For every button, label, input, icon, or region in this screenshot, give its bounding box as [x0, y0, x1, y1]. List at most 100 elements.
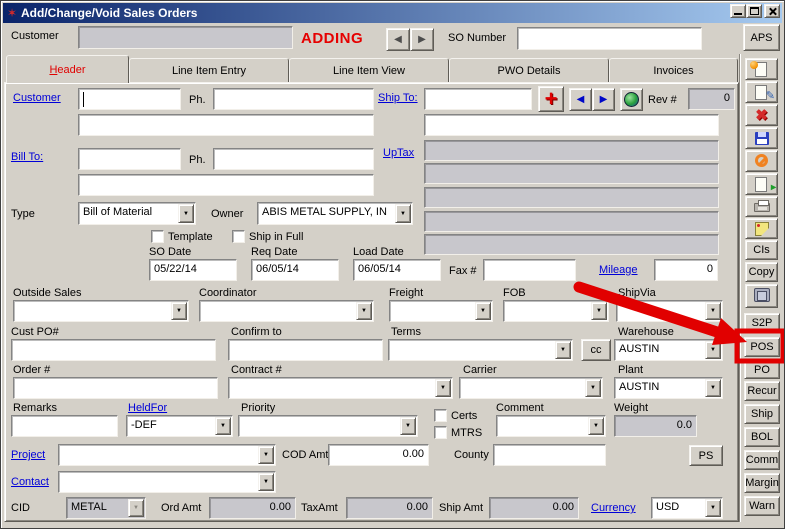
ship-to-link[interactable]: Ship To:	[378, 92, 418, 104]
comment-dropdown[interactable]: ▼	[496, 415, 606, 437]
cod-amt-input[interactable]: 0.00	[328, 444, 429, 466]
currency-link[interactable]: Currency	[591, 502, 636, 514]
mileage-link[interactable]: Mileage	[599, 264, 638, 276]
project-dropdown[interactable]: ▼	[58, 444, 276, 466]
customer-address-input[interactable]	[78, 114, 374, 136]
chevron-down-icon[interactable]: ▼	[178, 204, 194, 223]
next-record-button[interactable]: ▶	[410, 28, 434, 51]
contract-dropdown[interactable]: ▼	[228, 377, 453, 399]
uptax-link[interactable]: UpTax	[383, 147, 414, 159]
chevron-down-icon[interactable]: ▼	[258, 446, 274, 464]
cc-button[interactable]: cc	[581, 339, 611, 361]
chevron-down-icon[interactable]: ▼	[475, 302, 491, 320]
order-number-input[interactable]	[13, 377, 218, 399]
warn-button[interactable]: Warn	[744, 496, 780, 516]
customer-phone-input[interactable]	[213, 88, 374, 110]
chevron-down-icon[interactable]: ▼	[705, 499, 721, 517]
chevron-down-icon[interactable]: ▼	[585, 379, 601, 397]
heldfor-link[interactable]: HeldFor	[128, 402, 167, 414]
ps-button[interactable]: PS	[689, 445, 723, 466]
po-button[interactable]: PO	[744, 360, 780, 379]
confirm-to-input[interactable]	[228, 339, 383, 361]
type-dropdown[interactable]: Bill of Material ▼	[78, 202, 196, 225]
tab-pwo-details[interactable]: PWO Details	[449, 58, 609, 83]
ship-to-address-input[interactable]	[424, 114, 719, 136]
ship-in-full-checkbox[interactable]	[232, 230, 245, 243]
print-button[interactable]	[745, 196, 778, 217]
vault-button[interactable]	[745, 284, 778, 308]
cust-po-input[interactable]	[11, 339, 216, 361]
maximize-icon[interactable]	[746, 4, 762, 18]
carrier-dropdown[interactable]: ▼	[459, 377, 603, 399]
shipvia-dropdown[interactable]: ▼	[616, 300, 723, 322]
certs-checkbox[interactable]	[434, 409, 447, 422]
bol-button[interactable]: BOL	[744, 427, 780, 447]
fax-input[interactable]	[483, 259, 576, 281]
bill-to-code-input[interactable]	[78, 148, 181, 170]
req-date-input[interactable]: 06/05/14	[251, 259, 339, 281]
tab-line-item-view[interactable]: Line Item View	[289, 58, 449, 83]
close-icon[interactable]	[764, 4, 780, 18]
chevron-down-icon[interactable]: ▼	[705, 302, 721, 320]
owner-dropdown[interactable]: ABIS METAL SUPPLY, IN ▼	[257, 202, 413, 225]
chevron-down-icon[interactable]: ▼	[258, 473, 274, 491]
add-ship-to-button[interactable]: +	[538, 86, 564, 112]
so-number-input[interactable]	[517, 27, 702, 50]
minimize-icon[interactable]	[730, 4, 746, 18]
mileage-input[interactable]: 0	[654, 259, 718, 281]
delete-record-button[interactable]: ✖	[745, 104, 778, 126]
priority-dropdown[interactable]: ▼	[238, 415, 418, 437]
cis-button[interactable]: CIs	[745, 240, 778, 260]
margin-button[interactable]: Margin	[744, 473, 780, 493]
plant-dropdown[interactable]: AUSTIN▼	[614, 377, 723, 399]
template-checkbox[interactable]	[151, 230, 164, 243]
prev-record-button[interactable]: ◀	[386, 28, 410, 51]
exit-form-button[interactable]: ▸	[745, 173, 778, 195]
remarks-input[interactable]	[11, 415, 118, 437]
save-record-button[interactable]	[745, 127, 778, 149]
cancel-button[interactable]	[745, 150, 778, 172]
ship-button[interactable]: Ship	[744, 404, 780, 424]
chevron-down-icon[interactable]: ▼	[588, 417, 604, 435]
notes-button[interactable]	[745, 218, 778, 239]
chevron-down-icon[interactable]: ▼	[356, 302, 372, 320]
prev-ship-to-button[interactable]: ◀	[569, 88, 592, 111]
freight-dropdown[interactable]: ▼	[389, 300, 493, 322]
chevron-down-icon[interactable]: ▼	[395, 204, 411, 223]
map-button[interactable]	[620, 88, 643, 111]
next-ship-to-button[interactable]: ▶	[592, 88, 615, 111]
warehouse-dropdown[interactable]: AUSTIN▼	[614, 339, 723, 361]
new-record-button[interactable]	[745, 58, 778, 80]
s2p-button[interactable]: S2P	[744, 313, 780, 333]
mtrs-checkbox[interactable]	[434, 426, 447, 439]
chevron-down-icon[interactable]: ▼	[435, 379, 451, 397]
tab-line-item-entry[interactable]: Line Item Entry	[129, 58, 289, 83]
pos-button[interactable]: POS	[744, 337, 780, 357]
aps-button[interactable]: APS	[743, 24, 780, 51]
edit-record-button[interactable]: ✎	[745, 81, 778, 103]
chevron-down-icon[interactable]: ▼	[400, 417, 416, 435]
heldfor-dropdown[interactable]: -DEF▼	[126, 415, 233, 437]
bill-to-address-input[interactable]	[78, 174, 374, 196]
coordinator-dropdown[interactable]: ▼	[199, 300, 374, 322]
contact-dropdown[interactable]: ▼	[58, 471, 276, 493]
comm-button[interactable]: Comm	[744, 450, 780, 470]
copy-button[interactable]: Copy	[745, 262, 778, 282]
recur-button[interactable]: Recur	[744, 381, 780, 401]
contact-link[interactable]: Contact	[11, 476, 49, 488]
tab-invoices[interactable]: Invoices	[609, 58, 738, 83]
tab-header[interactable]: Header	[6, 55, 129, 83]
fob-dropdown[interactable]: ▼	[503, 300, 609, 322]
so-date-input[interactable]: 05/22/14	[149, 259, 237, 281]
outside-sales-dropdown[interactable]: ▼	[13, 300, 189, 322]
chevron-down-icon[interactable]: ▼	[591, 302, 607, 320]
load-date-input[interactable]: 06/05/14	[353, 259, 441, 281]
chevron-down-icon[interactable]: ▼	[215, 417, 231, 435]
currency-dropdown[interactable]: USD▼	[651, 497, 723, 519]
project-link[interactable]: Project	[11, 449, 45, 461]
customer-code-input[interactable]	[78, 88, 181, 110]
customer-link[interactable]: Customer	[13, 92, 75, 104]
chevron-down-icon[interactable]: ▼	[555, 341, 571, 359]
chevron-down-icon[interactable]: ▼	[705, 379, 721, 397]
ship-to-code-input[interactable]	[424, 88, 532, 110]
